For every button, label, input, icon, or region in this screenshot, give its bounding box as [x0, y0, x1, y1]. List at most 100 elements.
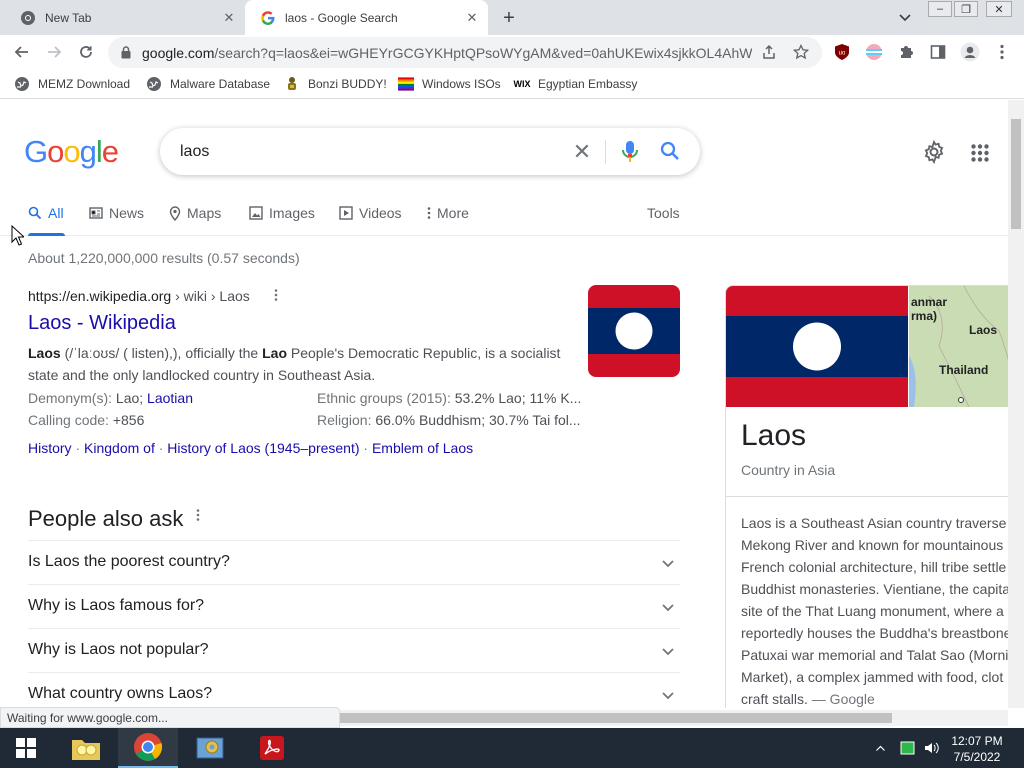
close-tab-icon[interactable]: ✕: [464, 10, 480, 26]
sitelink[interactable]: History of Laos (1945–present): [167, 440, 359, 456]
search-input[interactable]: laos: [180, 143, 209, 161]
vertical-scrollbar[interactable]: [1008, 100, 1024, 708]
tab-label: More: [437, 205, 469, 221]
video-play-icon: [339, 206, 353, 220]
chevron-down-icon: [662, 599, 674, 617]
bookmark-item[interactable]: WIX Egyptian Embassy: [513, 76, 638, 92]
profile-avatar-icon[interactable]: [960, 42, 980, 62]
extensions-puzzle-icon[interactable]: [896, 42, 916, 62]
scrollbar-thumb[interactable]: [338, 713, 892, 723]
windows-start-icon[interactable]: [0, 728, 52, 768]
restore-button[interactable]: ❐: [954, 1, 978, 17]
microphone-icon[interactable]: [620, 140, 640, 169]
search-icon[interactable]: [659, 140, 681, 167]
back-icon[interactable]: [12, 42, 32, 62]
map-label: Thailand: [939, 363, 989, 377]
tab-videos[interactable]: Videos: [339, 205, 402, 221]
result-title-link[interactable]: Laos - Wikipedia: [28, 312, 176, 335]
scrollbar-thumb[interactable]: [1011, 119, 1021, 229]
chevron-down-icon: [662, 555, 674, 573]
reload-icon[interactable]: [76, 42, 96, 62]
attr-label: Demonym(s):: [28, 390, 116, 406]
minimize-button[interactable]: –: [928, 1, 952, 17]
address-bar[interactable]: google.com/search?q=laos&ei=wGHEYrGCGYKH…: [108, 37, 822, 68]
folder-icon: [72, 740, 100, 760]
tab-maps[interactable]: Maps: [169, 205, 221, 221]
battery-icon[interactable]: [900, 741, 916, 758]
bookmark-item[interactable]: Windows ISOs: [398, 76, 501, 92]
tab-all[interactable]: All: [28, 205, 64, 221]
side-panel-icon[interactable]: [928, 42, 948, 62]
tray-chevron-up-icon[interactable]: [876, 740, 885, 754]
attr-calling-code: Calling code: +856: [28, 412, 144, 428]
taskbar-acrobat[interactable]: [242, 728, 302, 768]
snippet-bold: Laos: [28, 345, 61, 361]
lock-icon[interactable]: [121, 46, 131, 64]
taskbar-file-explorer[interactable]: [56, 728, 116, 768]
new-tab-button[interactable]: +: [498, 7, 520, 29]
close-tab-icon[interactable]: ✕: [221, 10, 237, 26]
more-options-icon[interactable]: [196, 508, 200, 527]
tab-more[interactable]: More: [427, 205, 469, 221]
ublock-icon[interactable]: uo: [832, 42, 852, 62]
sitelink[interactable]: History: [28, 440, 72, 456]
bonzi-icon: [284, 76, 300, 92]
close-window-button[interactable]: ✕: [986, 1, 1012, 17]
laos-map-image[interactable]: anmar rma) Laos Thailand: [909, 286, 1008, 407]
kp-source-link[interactable]: — Google: [808, 691, 875, 707]
control-panel-icon: [196, 737, 224, 759]
logo-letter: g: [79, 134, 97, 169]
laos-flag-image[interactable]: [726, 286, 908, 407]
bookmark-label: Windows ISOs: [422, 77, 501, 91]
google-logo[interactable]: Google: [24, 134, 119, 170]
more-options-icon[interactable]: [274, 288, 278, 305]
gear-icon[interactable]: [922, 139, 946, 169]
kp-description-text: craft stalls.: [741, 691, 808, 707]
bookmark-label: Egyptian Embassy: [538, 77, 638, 91]
taskbar-chrome[interactable]: [118, 728, 178, 768]
clear-icon[interactable]: ✕: [571, 139, 593, 164]
paa-question[interactable]: Why is Laos not popular?: [28, 628, 680, 672]
chevron-down-icon: [662, 643, 674, 661]
paa-question[interactable]: What country owns Laos?: [28, 672, 680, 708]
bookmark-star-icon[interactable]: [791, 42, 811, 62]
attr-label: Calling code:: [28, 412, 113, 428]
logo-letter: e: [101, 134, 119, 169]
extension-flag-icon[interactable]: [864, 42, 884, 62]
result-cite[interactable]: https://en.wikipedia.org › wiki › Laos: [28, 288, 683, 304]
tools-button[interactable]: Tools: [647, 205, 680, 221]
sitelink-separator: ·: [154, 440, 168, 456]
bookmark-item[interactable]: Malware Database: [146, 76, 270, 92]
tab-images[interactable]: Images: [249, 205, 315, 221]
share-icon[interactable]: [759, 42, 779, 62]
bookmark-item[interactable]: Bonzi BUDDY!: [284, 76, 387, 92]
tab-new-tab[interactable]: New Tab ✕: [0, 0, 245, 35]
tab-google-search[interactable]: laos - Google Search ✕: [245, 0, 488, 35]
sitelink[interactable]: Kingdom of: [84, 440, 155, 456]
apps-grid-icon[interactable]: [971, 144, 989, 167]
attr-demonym: Demonym(s): Lao; Laotian: [28, 390, 193, 406]
url-host: google.com: [142, 45, 215, 61]
paa-question[interactable]: Is Laos the poorest country?: [28, 540, 680, 584]
clock-date: 7/5/2022: [953, 750, 1001, 764]
search-box[interactable]: laos ✕: [160, 128, 700, 175]
paa-question[interactable]: Why is Laos famous for?: [28, 584, 680, 628]
forward-icon[interactable]: [44, 42, 64, 62]
sitelink[interactable]: Emblem of Laos: [372, 440, 473, 456]
menu-kebab-icon[interactable]: [992, 42, 1012, 62]
bookmark-item[interactable]: MEMZ Download: [14, 76, 130, 92]
bookmark-label: Bonzi BUDDY!: [308, 77, 387, 91]
kp-description-line: Market), a complex jammed with food, clo…: [741, 669, 1004, 685]
snippet-bold: Lao: [262, 345, 287, 361]
volume-icon[interactable]: [924, 741, 940, 758]
taskbar-settings-app[interactable]: [180, 728, 240, 768]
wix-icon: WIX: [513, 79, 531, 89]
url-text: google.com/search?q=laos&ei=wGHEYrGCGYKH…: [142, 45, 752, 61]
chevron-down-icon[interactable]: [896, 9, 914, 27]
map-label: rma): [911, 309, 938, 323]
laos-flag-thumbnail[interactable]: [588, 285, 680, 377]
taskbar-clock[interactable]: 12:07 PM 7/5/2022: [944, 733, 1010, 765]
tab-news[interactable]: News: [89, 205, 144, 221]
attr-link[interactable]: Laotian: [147, 390, 193, 406]
mouse-cursor-icon: [11, 225, 24, 246]
